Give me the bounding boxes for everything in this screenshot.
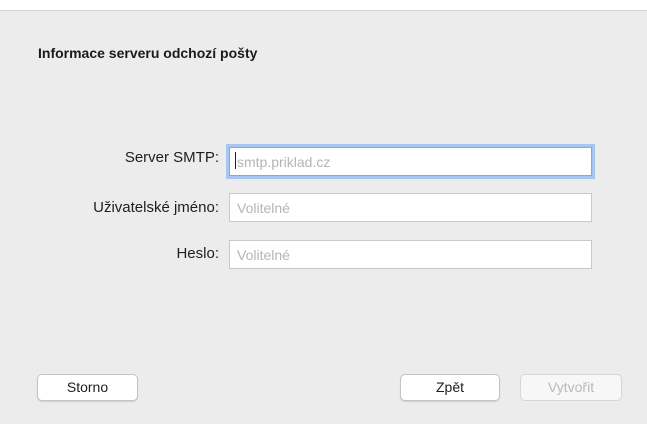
divider bbox=[0, 10, 647, 11]
create-button[interactable]: Vytvořit bbox=[520, 374, 622, 401]
cancel-button[interactable]: Storno bbox=[37, 374, 138, 401]
smtp-server-label: Server SMTP: bbox=[124, 149, 219, 166]
password-label: Heslo: bbox=[176, 245, 219, 262]
username-input[interactable] bbox=[229, 193, 592, 222]
smtp-server-input[interactable] bbox=[229, 147, 592, 176]
back-button[interactable]: Zpět bbox=[400, 374, 500, 401]
window-top-strip bbox=[0, 0, 647, 10]
username-label: Uživatelské jméno: bbox=[93, 199, 219, 216]
dialog-title: Informace serveru odchozí pošty bbox=[38, 45, 258, 61]
password-input[interactable] bbox=[229, 240, 592, 269]
text-caret bbox=[235, 152, 236, 169]
